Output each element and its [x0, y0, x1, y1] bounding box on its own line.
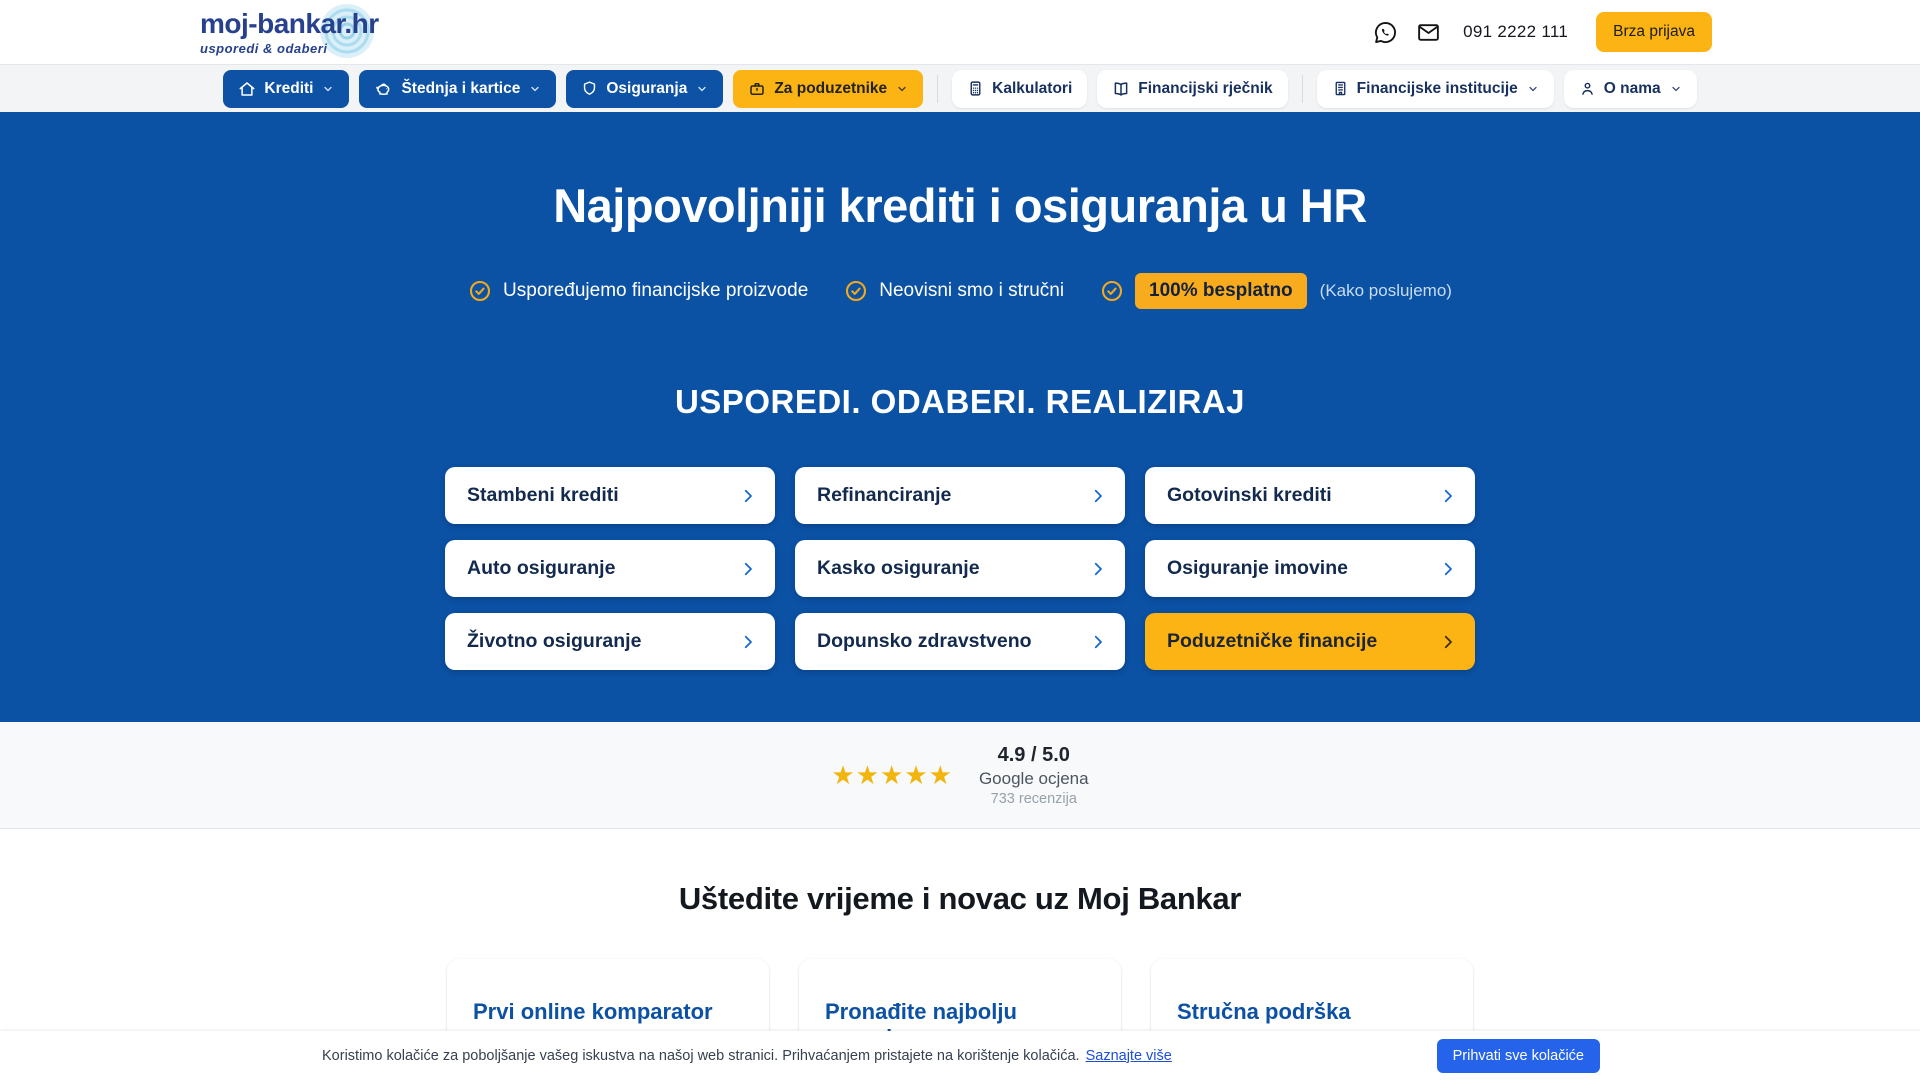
product-card-auto-osiguranje[interactable]: Auto osiguranje	[445, 540, 775, 597]
nav-label: Financijske institucije	[1357, 80, 1518, 98]
email-icon[interactable]	[1416, 20, 1441, 45]
chevron-right-icon	[739, 487, 757, 505]
product-label: Auto osiguranje	[467, 557, 615, 580]
product-card-stambeni-krediti[interactable]: Stambeni krediti	[445, 467, 775, 524]
hero-section: Najpovoljniji krediti i osiguranja u HR …	[0, 112, 1920, 722]
chevron-down-icon	[322, 83, 334, 95]
hero-bullets: Uspoređujemo financijske proizvode Neovi…	[0, 273, 1920, 309]
hero-bullet: Neovisni smo i stručni	[844, 279, 1064, 303]
nav-label: Štednja i kartice	[401, 80, 520, 98]
product-label: Kasko osiguranje	[817, 557, 980, 580]
nav-label: Financijski rječnik	[1138, 80, 1272, 98]
hero-bullet-text: Neovisni smo i stručni	[879, 280, 1064, 302]
calculator-icon	[967, 80, 984, 97]
nav-divider	[1302, 75, 1303, 103]
whatsapp-icon[interactable]	[1373, 20, 1398, 45]
chevron-down-icon	[696, 83, 708, 95]
nav-item-financijski-rjecnik[interactable]: Financijski rječnik	[1097, 70, 1287, 108]
page: moj-bankar.hr usporedi & odaberi 091 222…	[0, 0, 1920, 1080]
product-card-gotovinski-krediti[interactable]: Gotovinski krediti	[1145, 467, 1475, 524]
hero-title: Najpovoljniji krediti i osiguranja u HR	[0, 112, 1920, 233]
nav-label: Krediti	[264, 80, 313, 98]
piggy-bank-icon	[374, 79, 393, 98]
nav-item-stednja-i-kartice[interactable]: Štednja i kartice	[359, 70, 556, 108]
check-circle-icon	[844, 279, 868, 303]
cookie-accept-button[interactable]: Prihvati sve kolačiće	[1437, 1039, 1600, 1073]
chevron-down-icon	[1527, 83, 1539, 95]
shield-icon	[581, 80, 598, 97]
chevron-right-icon	[1089, 487, 1107, 505]
phone-number[interactable]: 091 2222 111	[1463, 22, 1568, 42]
header-contact: 091 2222 111 Brza prijava	[1373, 12, 1712, 52]
rating-reviews: 733 recenzija	[991, 791, 1077, 807]
product-card-zivotno-osiguranje[interactable]: Životno osiguranje	[445, 613, 775, 670]
product-label: Refinanciranje	[817, 484, 951, 507]
chevron-right-icon	[1439, 560, 1457, 578]
quick-apply-button[interactable]: Brza prijava	[1596, 12, 1712, 52]
benefit-card-title: Stručna podrška	[1177, 999, 1447, 1025]
rating-section: ★★★★★ 4.9 / 5.0 Google ocjena 733 recenz…	[0, 722, 1920, 829]
hero-bullet: Uspoređujemo financijske proizvode	[468, 279, 808, 303]
site-logo[interactable]: moj-bankar.hr usporedi & odaberi	[200, 8, 379, 56]
chevron-right-icon	[1439, 487, 1457, 505]
benefit-card-title: Prvi online komparator	[473, 999, 743, 1025]
briefcase-icon	[748, 80, 766, 98]
nav-label: O nama	[1604, 80, 1661, 98]
product-card-osiguranje-imovine[interactable]: Osiguranje imovine	[1145, 540, 1475, 597]
product-label: Dopunsko zdravstveno	[817, 630, 1032, 653]
chevron-right-icon	[1439, 633, 1457, 651]
how-we-work-link[interactable]: (Kako poslujemo)	[1320, 281, 1452, 301]
benefits-title: Uštedite vrijeme i novac uz Moj Bankar	[0, 829, 1920, 917]
rating-details: 4.9 / 5.0 Google ocjena 733 recenzija	[979, 744, 1089, 807]
home-icon	[238, 80, 256, 98]
hero-bullet: 100% besplatno (Kako poslujemo)	[1100, 273, 1452, 309]
book-icon	[1112, 80, 1130, 98]
nav-item-o-nama[interactable]: O nama	[1564, 70, 1697, 108]
product-card-refinanciranje[interactable]: Refinanciranje	[795, 467, 1125, 524]
cookie-text: Koristimo kolačiće za poboljšanje vašeg …	[322, 1048, 1080, 1064]
check-circle-icon	[1100, 279, 1124, 303]
hero-subtitle: USPOREDI. ODABERI. REALIZIRAJ	[0, 383, 1920, 421]
nav-item-kalkulatori[interactable]: Kalkulatori	[952, 70, 1087, 108]
product-card-poduzetnicke-financije[interactable]: Poduzetničke financije	[1145, 613, 1475, 670]
nav-label: Osiguranja	[606, 80, 687, 98]
product-card-kasko-osiguranje[interactable]: Kasko osiguranje	[795, 540, 1125, 597]
chevron-down-icon	[529, 83, 541, 95]
product-card-dopunsko-zdravstveno[interactable]: Dopunsko zdravstveno	[795, 613, 1125, 670]
chevron-down-icon	[896, 83, 908, 95]
top-bar: moj-bankar.hr usporedi & odaberi 091 222…	[0, 0, 1920, 64]
product-label: Životno osiguranje	[467, 630, 641, 653]
product-grid: Stambeni krediti Refinanciranje Gotovins…	[445, 467, 1475, 670]
logo-tagline: usporedi & odaberi	[200, 41, 379, 56]
nav-item-osiguranja[interactable]: Osiguranja	[566, 70, 723, 108]
product-label: Osiguranje imovine	[1167, 557, 1348, 580]
free-badge: 100% besplatno	[1135, 273, 1307, 309]
cookie-learn-more-link[interactable]: Saznajte više	[1086, 1048, 1172, 1064]
chevron-down-icon	[1670, 83, 1682, 95]
nav-item-za-poduzetnike[interactable]: Za poduzetnike	[733, 70, 923, 108]
product-label: Stambeni krediti	[467, 484, 619, 507]
main-nav: Krediti Štednja i kartice Osiguranja Za …	[0, 64, 1920, 112]
person-icon	[1579, 80, 1596, 97]
chevron-right-icon	[1089, 633, 1107, 651]
product-label: Gotovinski krediti	[1167, 484, 1332, 507]
bank-icon	[1332, 80, 1349, 97]
rating-source: Google ocjena	[979, 769, 1089, 789]
chevron-right-icon	[739, 560, 757, 578]
nav-item-financijske-institucije[interactable]: Financijske institucije	[1317, 70, 1554, 108]
nav-label: Za poduzetnike	[774, 80, 887, 98]
chevron-right-icon	[739, 633, 757, 651]
logo-title: moj-bankar.hr	[200, 8, 379, 40]
hero-bullet-text: Uspoređujemo financijske proizvode	[503, 280, 808, 302]
star-rating-icons: ★★★★★	[831, 760, 953, 791]
nav-item-krediti[interactable]: Krediti	[223, 70, 349, 108]
chevron-right-icon	[1089, 560, 1107, 578]
nav-label: Kalkulatori	[992, 80, 1072, 98]
cookie-banner: Koristimo kolačiće za poboljšanje vašeg …	[0, 1031, 1920, 1080]
nav-divider	[937, 75, 938, 103]
check-circle-icon	[468, 279, 492, 303]
cookie-message: Koristimo kolačiće za poboljšanje vašeg …	[322, 1047, 1172, 1065]
rating-score: 4.9 / 5.0	[998, 744, 1070, 767]
product-label: Poduzetničke financije	[1167, 630, 1377, 653]
